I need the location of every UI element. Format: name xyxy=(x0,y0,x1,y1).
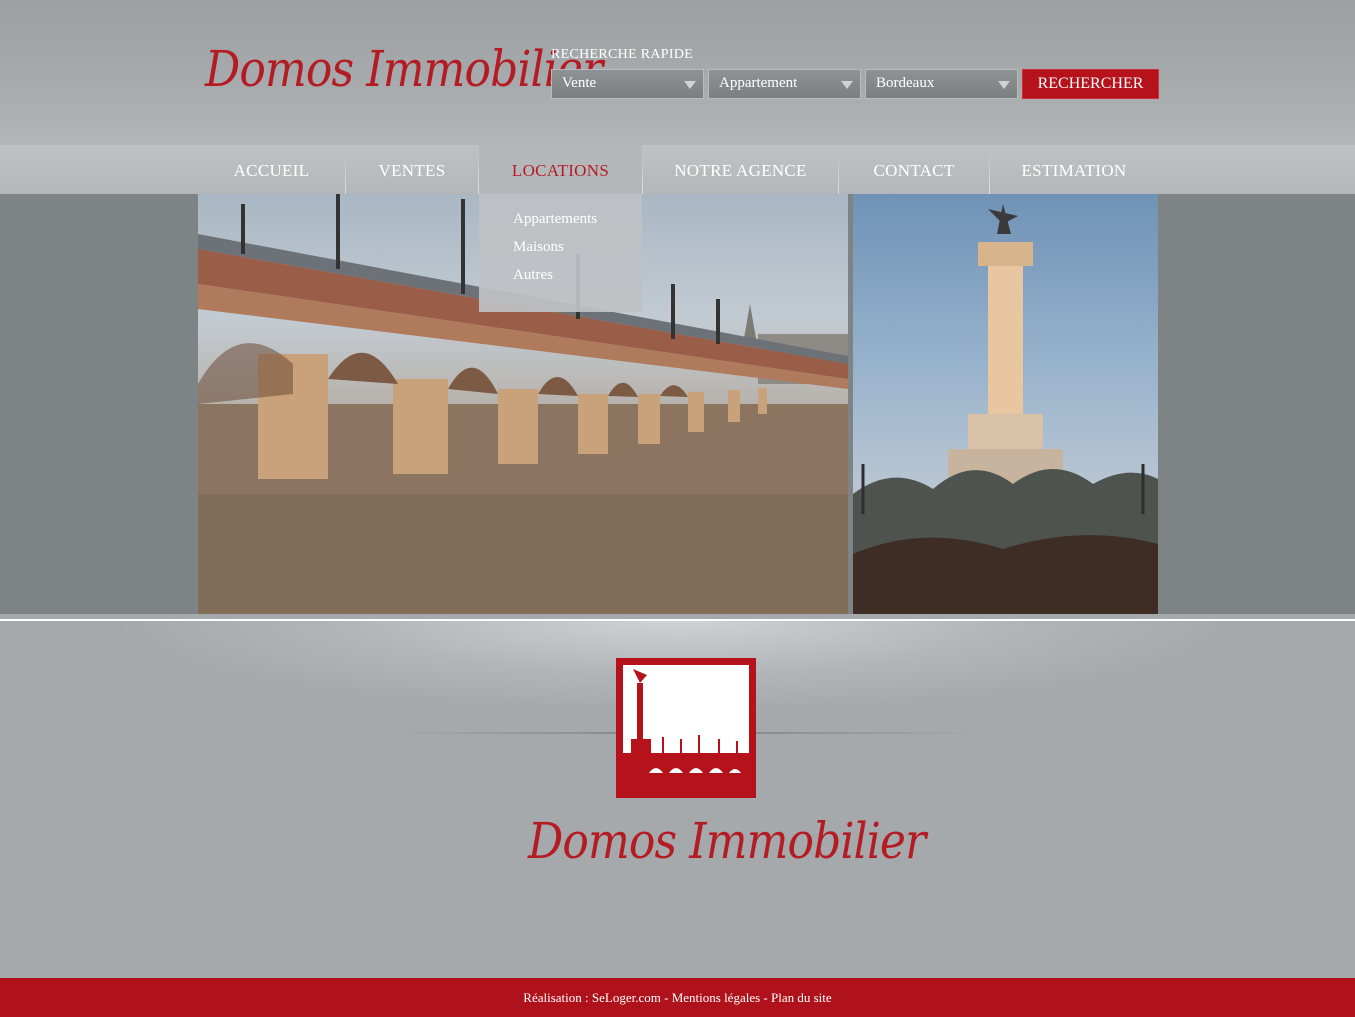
nav-item-locations[interactable]: LOCATIONS xyxy=(479,145,642,194)
locations-dropdown: Appartements Maisons Autres xyxy=(479,194,642,312)
dropdown-item-appartements[interactable]: Appartements xyxy=(513,211,597,228)
quick-search-title: RECHERCHE RAPIDE xyxy=(551,47,694,62)
nav-item-accueil[interactable]: ACCUEIL xyxy=(198,145,345,194)
decorative-line-left xyxy=(391,732,616,734)
dropdown-item-maisons[interactable]: Maisons xyxy=(513,239,564,256)
nav-item-contact[interactable]: CONTACT xyxy=(839,145,989,194)
property-type-select[interactable]: Appartement xyxy=(708,69,861,99)
nav-item-estimation[interactable]: ESTIMATION xyxy=(990,145,1158,194)
city-select[interactable]: Bordeaux xyxy=(865,69,1018,99)
decorative-line-right xyxy=(756,732,981,734)
search-button[interactable]: RECHERCHER xyxy=(1022,69,1159,99)
footer: Réalisation : SeLoger.com - Mentions lég… xyxy=(0,978,1355,1017)
bottom-logo[interactable]: Domos Immobilier xyxy=(528,812,926,870)
transaction-select[interactable]: Vente xyxy=(551,69,704,99)
chevron-down-icon xyxy=(684,81,696,89)
site-logo[interactable]: Domos Immobilier xyxy=(205,40,603,98)
footer-legal-link[interactable]: Mentions légales xyxy=(672,990,760,1005)
monument-photo xyxy=(853,194,1158,614)
nav-item-ventes[interactable]: VENTES xyxy=(346,145,478,194)
property-type-select-value: Appartement xyxy=(719,75,798,91)
main-nav: ACCUEIL VENTES LOCATIONS NOTRE AGENCE CO… xyxy=(0,145,1355,194)
footer-realisation-link[interactable]: Réalisation : SeLoger.com xyxy=(523,990,661,1005)
nav-item-notre-agence[interactable]: NOTRE AGENCE xyxy=(643,145,838,194)
city-select-value: Bordeaux xyxy=(876,75,935,91)
footer-separator: - xyxy=(760,990,772,1005)
dropdown-item-autres[interactable]: Autres xyxy=(513,267,553,284)
footer-sitemap-link[interactable]: Plan du site xyxy=(771,990,832,1005)
chevron-down-icon xyxy=(841,81,853,89)
footer-separator: - xyxy=(660,990,672,1005)
chevron-down-icon xyxy=(998,81,1010,89)
transaction-select-value: Vente xyxy=(562,75,597,91)
bordeaux-emblem-icon xyxy=(616,658,756,798)
